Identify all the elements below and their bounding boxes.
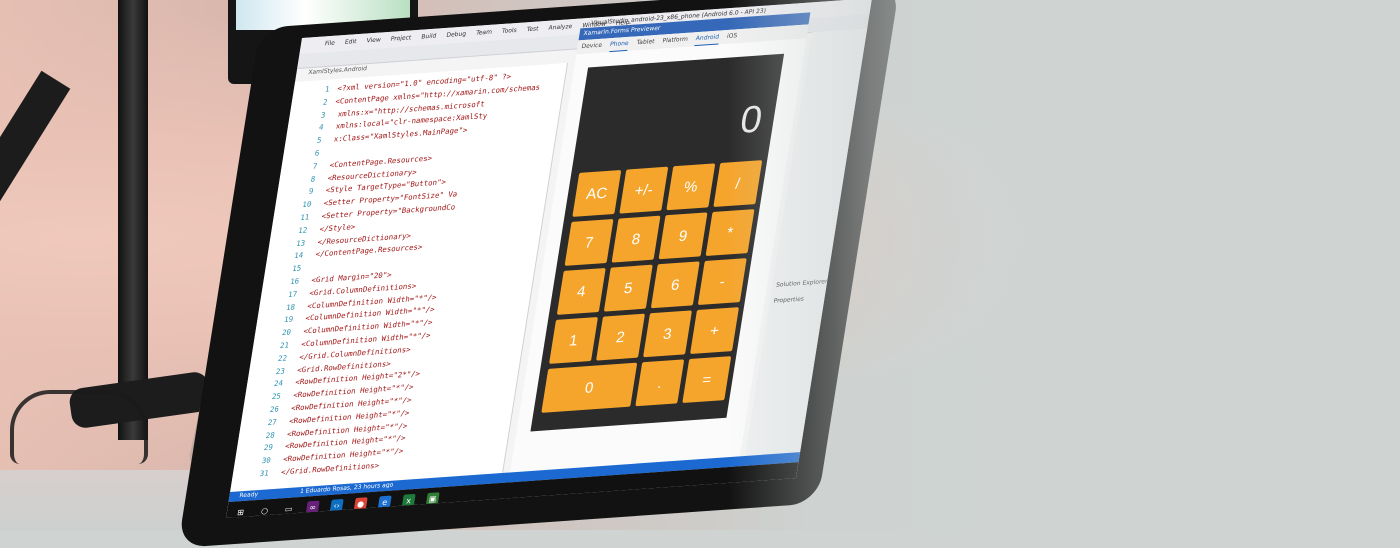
key-9[interactable]: 9 — [658, 212, 708, 260]
platform-label: Platform — [661, 35, 689, 45]
key-4[interactable]: 4 — [556, 267, 606, 315]
monitor-screen — [236, 0, 410, 30]
menu-item[interactable]: Tools — [501, 23, 518, 40]
key-divide[interactable]: / — [713, 160, 763, 208]
code-text: </Style> — [314, 221, 356, 234]
tab-ios[interactable]: iOS — [726, 29, 738, 44]
key-3[interactable]: 3 — [643, 310, 693, 358]
menu-item[interactable]: Project — [389, 30, 412, 47]
cables — [10, 390, 148, 464]
key-5[interactable]: 5 — [603, 264, 653, 312]
properties-tab[interactable]: Properties — [773, 296, 804, 305]
calculator-preview: 0 AC +/-%/ 7 8 9 * 4 5 6- 1 2 3 +0. = — [530, 53, 785, 432]
tab-tablet[interactable]: Tablet — [635, 35, 655, 50]
menu-item[interactable]: File — [323, 36, 336, 53]
menu-item[interactable]: Build — [420, 29, 438, 46]
calculator-display: 0 — [737, 98, 766, 143]
tablet-screen: File Edit View Project Build Debug Team Tools Te… — [225, 0, 872, 518]
menu-item[interactable]: Analyze — [547, 19, 573, 37]
edge-icon[interactable]: e — [377, 495, 392, 509]
key-decimal[interactable]: . — [635, 359, 685, 407]
menu-item[interactable]: Edit — [344, 34, 358, 51]
chrome-icon[interactable]: ● — [353, 497, 368, 511]
search-icon[interactable]: ○ — [257, 503, 272, 517]
key-plus-minus[interactable]: +/- — [619, 166, 669, 214]
excel-icon[interactable]: x — [401, 493, 416, 507]
vs-code-icon[interactable]: ‹› — [329, 498, 344, 512]
key-0[interactable]: 0 — [541, 362, 638, 413]
key-multiply[interactable]: * — [705, 209, 755, 257]
task-view-icon[interactable]: ▭ — [281, 502, 296, 516]
key-7[interactable]: 7 — [564, 218, 614, 266]
windows-start-icon[interactable]: ⊞ — [233, 505, 248, 518]
device-label: Device — [580, 41, 603, 51]
key-6[interactable]: 6 — [650, 261, 700, 309]
menu-item[interactable]: Debug — [445, 26, 467, 43]
menu-item[interactable]: Team — [475, 25, 493, 42]
tab-phone[interactable]: Phone — [608, 36, 630, 53]
status-text: Ready — [238, 490, 259, 500]
solution-explorer-tab[interactable]: Solution Explorer — [776, 278, 828, 289]
key-8[interactable]: 8 — [611, 215, 661, 263]
key-ac[interactable]: AC — [572, 169, 622, 217]
mic-stand-pole — [118, 0, 148, 440]
line-number: 31 — [259, 468, 270, 479]
visual-studio-icon[interactable]: ∞ — [305, 500, 320, 514]
key-percent[interactable]: % — [666, 163, 716, 211]
key-2[interactable]: 2 — [596, 313, 646, 361]
terminal-icon[interactable]: ▣ — [425, 492, 440, 506]
key-1[interactable]: 1 — [549, 316, 599, 364]
tab-android[interactable]: Android — [694, 30, 721, 47]
menu-item[interactable]: Test — [525, 21, 539, 38]
menu-item[interactable]: View — [365, 32, 382, 49]
key-equals[interactable]: = — [682, 356, 732, 404]
key-minus[interactable]: - — [697, 258, 747, 306]
key-plus[interactable]: + — [690, 307, 740, 355]
